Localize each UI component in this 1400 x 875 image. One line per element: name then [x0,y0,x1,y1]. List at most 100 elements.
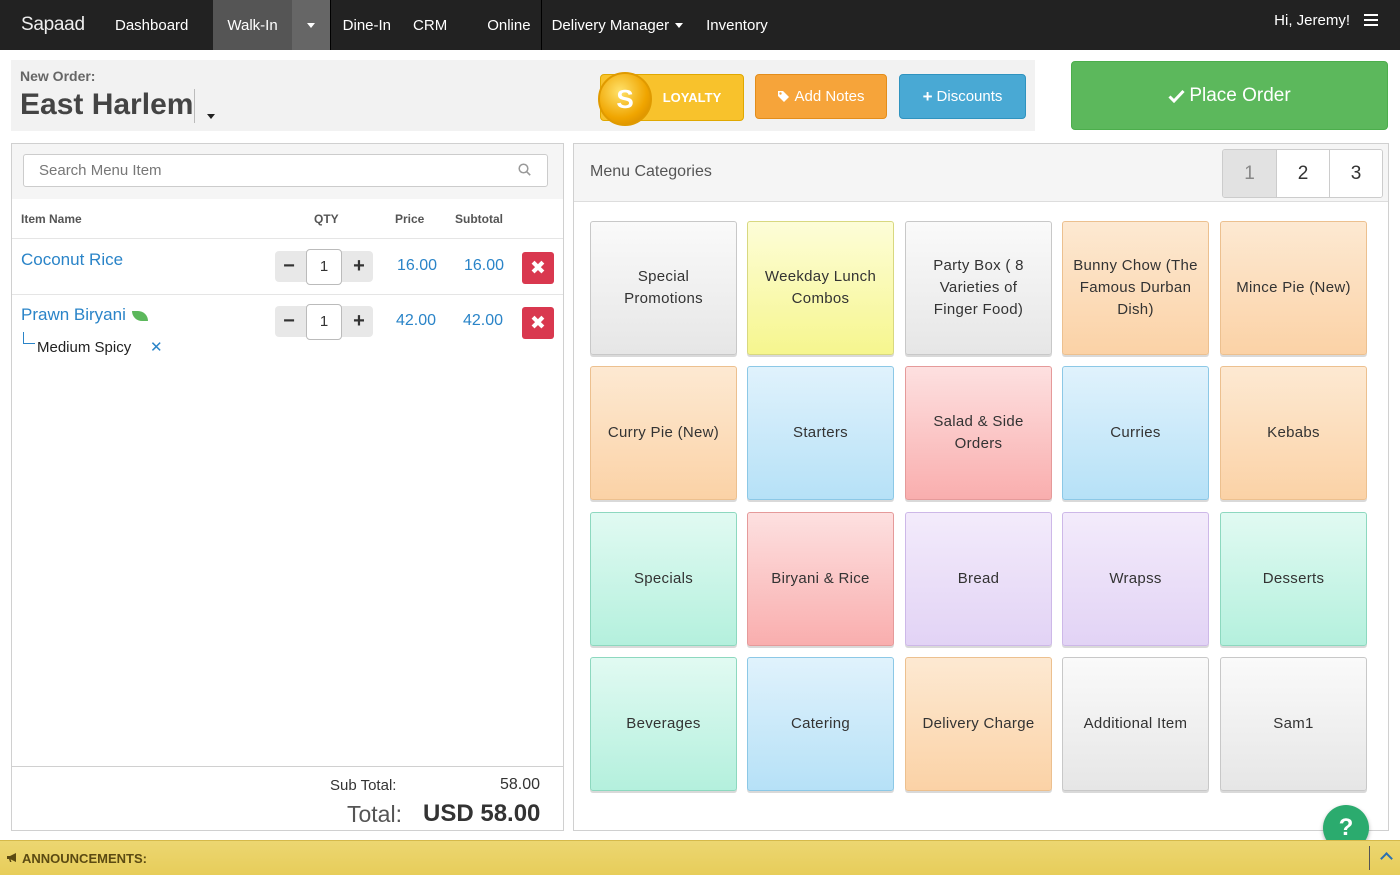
nav-dashboard[interactable]: Dashboard [104,0,199,50]
page-button-3[interactable]: 3 [1329,150,1382,197]
quantity-input[interactable]: 1 [306,303,342,340]
search-input[interactable] [23,154,548,187]
remove-item-button[interactable]: ✖ [522,307,554,339]
loyalty-coin-icon: S [598,72,652,126]
announcements-bar: ANNOUNCEMENTS: [0,840,1400,875]
item-price: 16.00 [397,257,438,274]
category-tile[interactable]: Starters [747,366,894,500]
quantity-stepper: − 1 + [275,303,373,340]
user-greeting[interactable]: Hi, Jeremy! [1274,12,1350,29]
search-bar [12,144,563,199]
item-name-wrap[interactable]: Prawn Biryani [21,305,148,325]
item-name[interactable]: Coconut Rice [21,250,123,270]
decrease-qty-button[interactable]: − [275,251,303,282]
col-header-qty: QTY [314,212,339,226]
increase-qty-button[interactable]: + [345,251,373,282]
nav-dine-in[interactable]: Dine-In [331,0,402,50]
col-header-price: Price [395,212,425,226]
quantity-stepper: − 1 + [275,248,373,285]
order-item-row: Coconut Rice − 1 + 16.00 16.00 ✖ [12,239,563,294]
chevron-down-icon [306,22,315,28]
leaf-icon [131,310,148,321]
hamburger-menu-icon[interactable] [1364,14,1378,26]
total-label: Total: [347,801,402,827]
new-order-label: New Order: [20,68,96,84]
category-tile[interactable]: Delivery Charge [905,657,1052,791]
category-tile[interactable]: Specials [590,512,737,646]
top-navbar: Sapaad Dashboard Walk-In Dine-In CRM Onl… [0,0,1400,50]
tag-icon [778,91,790,102]
item-name: Prawn Biryani [21,305,126,324]
location-divider [194,89,195,123]
discounts-button[interactable]: + Discounts [899,74,1026,119]
col-header-item-name: Item Name [21,212,82,226]
chevron-up-icon[interactable] [1380,852,1393,865]
add-notes-label: Add Notes [794,88,865,105]
category-tile[interactable]: Salad & Side Orders [905,366,1052,500]
place-order-button[interactable]: Place Order [1071,61,1388,130]
place-order-label: Place Order [1189,84,1291,106]
category-tile[interactable]: Wrapss [1062,512,1209,646]
remove-item-button[interactable]: ✖ [522,252,554,284]
category-tile[interactable]: Kebabs [1220,366,1367,500]
decrease-qty-button[interactable]: − [275,306,303,337]
increase-qty-button[interactable]: + [345,306,373,337]
chevron-down-icon [675,22,684,28]
brand-logo[interactable]: Sapaad [0,14,104,36]
close-icon: ✖ [530,312,546,334]
category-tile[interactable]: Bunny Chow (The Famous Durban Dish) [1062,221,1209,355]
subtotal-value: 58.00 [500,776,541,793]
total-value: USD 58.00 [423,800,541,827]
page-button-1[interactable]: 1 [1223,150,1276,197]
loyalty-button[interactable]: S LOYALTY [598,72,744,126]
chevron-down-icon [207,114,215,119]
item-modifier: Medium Spicy [37,339,132,356]
item-subtotal: 42.00 [463,312,504,329]
category-tile[interactable]: Curries [1062,366,1209,500]
nav-delivery-manager[interactable]: Delivery Manager [542,0,695,50]
remove-modifier-icon[interactable]: ✕ [150,338,163,356]
location-name: East Harlem [20,88,194,121]
megaphone-icon [7,853,16,862]
menu-categories-title: Menu Categories [590,163,712,180]
order-totals: Sub Total: 58.00 Total: USD 58.00 [12,766,563,830]
announcements-label: ANNOUNCEMENTS: [22,851,147,866]
location-dropdown-toggle[interactable] [207,106,215,124]
nav-walk-in[interactable]: Walk-In [213,0,292,50]
coin-letter: S [616,83,634,114]
category-tile[interactable]: Party Box ( 8 Varieties of Finger Food) [905,221,1052,355]
add-notes-button[interactable]: Add Notes [755,74,887,119]
category-tile[interactable]: Special Promotions [590,221,737,355]
discounts-label: Discounts [936,88,1003,105]
category-tile[interactable]: Sam1 [1220,657,1367,791]
walk-in-dropdown-toggle[interactable] [291,0,330,50]
category-tile[interactable]: Weekday Lunch Combos [747,221,894,355]
category-tile[interactable]: Desserts [1220,512,1367,646]
menu-pager: 1 2 3 [1222,149,1383,198]
order-panel: Item Name QTY Price Subtotal Coconut Ric… [11,143,564,831]
checkmark-icon [1168,89,1185,103]
page-button-2[interactable]: 2 [1276,150,1329,197]
category-tile[interactable]: Beverages [590,657,737,791]
nav-delivery-manager-label: Delivery Manager [551,16,670,34]
category-tile[interactable]: Curry Pie (New) [590,366,737,500]
menu-header: Menu Categories 1 2 3 [574,144,1388,202]
quantity-input[interactable]: 1 [306,248,342,285]
close-icon: ✖ [530,257,546,279]
category-tile[interactable]: Biryani & Rice [747,512,894,646]
category-tile[interactable]: Bread [905,512,1052,646]
category-tile[interactable]: Mince Pie (New) [1220,221,1367,355]
plus-icon: + [922,86,933,106]
order-item-row: Prawn Biryani − 1 + 42.00 42.00 ✖ Medium… [12,295,563,375]
nav-inventory[interactable]: Inventory [694,0,779,50]
menu-panel: Menu Categories 1 2 3 Special Promotions… [573,143,1389,831]
loyalty-label: LOYALTY [662,90,722,105]
category-tile[interactable]: Additional Item [1062,657,1209,791]
nav-crm[interactable]: CRM [402,0,467,50]
modifier-connector [23,332,35,344]
category-tile[interactable]: Catering [747,657,894,791]
nav-online[interactable]: Online [467,0,540,50]
item-subtotal: 16.00 [464,257,505,274]
search-icon[interactable] [518,163,531,176]
col-header-subtotal: Subtotal [455,212,503,226]
